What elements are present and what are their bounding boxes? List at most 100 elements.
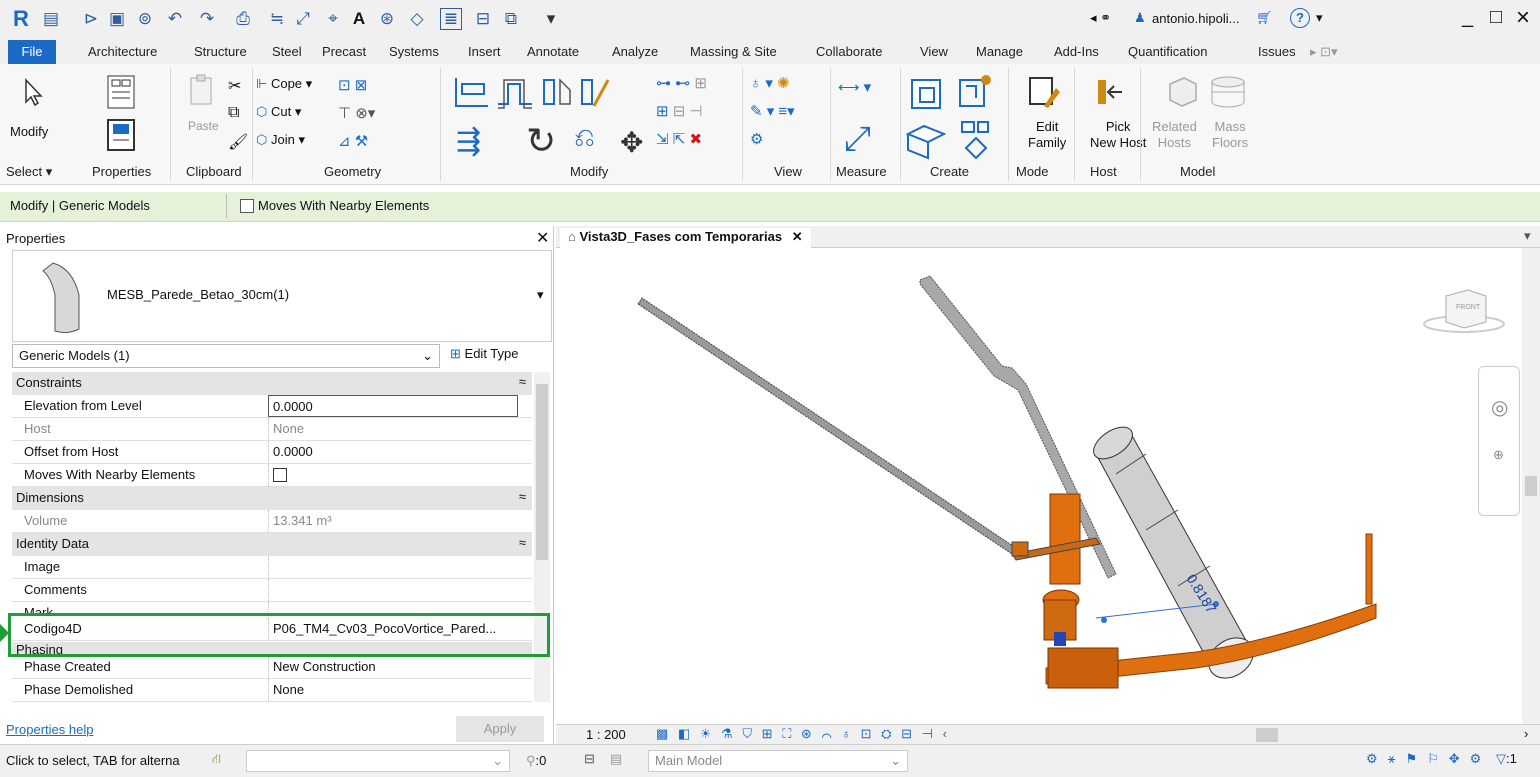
match-properties-icon[interactable]: 🖌︎ bbox=[228, 132, 248, 152]
text-icon[interactable]: A bbox=[348, 8, 370, 30]
3d-model-viewport[interactable]: 0.8187 bbox=[556, 248, 1520, 724]
section-icon[interactable]: ◇ bbox=[406, 8, 428, 30]
join-button[interactable]: ⬡ Join ▾ bbox=[256, 132, 305, 148]
filter-icon[interactable]: ▽:1 bbox=[1496, 751, 1517, 767]
scrollbar-thumb[interactable] bbox=[1525, 476, 1537, 496]
wall-joins-icon[interactable]: ⊤ ⊗▾ bbox=[338, 104, 375, 122]
image-input[interactable] bbox=[268, 556, 518, 578]
tab-architecture[interactable]: Architecture bbox=[88, 44, 157, 59]
elevation-from-level-input[interactable]: 0.0000 bbox=[268, 395, 518, 417]
ribbon-options-icon[interactable]: ▸ ⊡▾ bbox=[1310, 44, 1338, 60]
hide-icon[interactable]: ♁ ▾ ✺ bbox=[750, 74, 790, 92]
tab-file[interactable]: File bbox=[8, 40, 56, 64]
close-icon[interactable]: ✕ bbox=[536, 228, 549, 248]
pick-new-host-button[interactable]: Pick New Host bbox=[1090, 119, 1146, 151]
offset-from-host-input[interactable]: 0.0000 bbox=[268, 441, 518, 463]
offset-icon[interactable] bbox=[494, 74, 536, 110]
scale-icon[interactable]: ⇲ ⇱ ✖ bbox=[656, 130, 702, 148]
view-scale[interactable]: 1 : 200 bbox=[586, 727, 626, 742]
type-selector[interactable]: MESB_Parede_Betao_30cm(1) ▾ bbox=[12, 250, 552, 342]
zoom-icon[interactable]: ⊕ bbox=[1493, 447, 1504, 463]
phase-created-select[interactable]: New Construction bbox=[268, 656, 518, 678]
create-parts-icon[interactable] bbox=[954, 72, 994, 112]
tag-icon[interactable]: ⌖ bbox=[322, 8, 344, 30]
panel-select[interactable]: Select ▾ bbox=[6, 164, 52, 180]
close-hidden-icon[interactable]: ⊟ bbox=[472, 8, 494, 30]
rotate-icon[interactable]: ↻ bbox=[526, 120, 556, 162]
view-tab[interactable]: ⌂ Vista3D_Fases com Temporarias ✕ bbox=[560, 228, 811, 248]
revit-logo-icon[interactable]: R bbox=[10, 6, 32, 31]
aligned-dimension-icon[interactable]: ⤢ bbox=[844, 120, 871, 159]
array-icon[interactable]: ⊞ ⊟ ⊣ bbox=[656, 102, 703, 120]
measure-icon[interactable]: ≒ bbox=[266, 8, 288, 30]
tab-manage[interactable]: Manage bbox=[976, 44, 1023, 59]
tab-add-ins[interactable]: Add-Ins bbox=[1054, 44, 1099, 59]
selection-toggles-icon[interactable]: ⚙⚹⚑⚐✥⚙ bbox=[1366, 751, 1491, 767]
tab-massing-site[interactable]: Massing & Site bbox=[690, 44, 777, 59]
create-group-icon[interactable] bbox=[954, 118, 994, 162]
viewcube[interactable]: FRONT bbox=[1418, 278, 1510, 338]
mirror-draw-axis-icon[interactable] bbox=[576, 74, 612, 110]
design-option-select[interactable]: Main Model ⌄ bbox=[648, 750, 908, 772]
section-dimensions[interactable]: Dimensions ≈ bbox=[12, 487, 532, 510]
orange-base[interactable] bbox=[1047, 647, 1119, 689]
tab-steel[interactable]: Steel bbox=[272, 44, 302, 59]
override-graphics-icon[interactable]: ✎ ▾ ≡▾ bbox=[750, 102, 795, 120]
minimize-button[interactable]: _ bbox=[1462, 6, 1473, 29]
split-face-icon[interactable]: ⊡ ⊠ bbox=[338, 76, 367, 94]
paint-icon[interactable]: ⊿ ⚒ bbox=[338, 132, 368, 150]
cart-icon[interactable]: 🛒︎ bbox=[1256, 10, 1273, 26]
pipe-upper[interactable] bbox=[919, 275, 1117, 579]
properties-icon[interactable] bbox=[104, 116, 140, 156]
apply-button[interactable]: Apply bbox=[456, 716, 544, 742]
dimension-grip[interactable] bbox=[1101, 617, 1107, 623]
workset-select[interactable]: ⌄ bbox=[246, 750, 510, 772]
cut-clipboard-icon[interactable]: ✂ bbox=[228, 76, 241, 96]
cope-button[interactable]: ⊩ Cope ▾ bbox=[256, 76, 312, 92]
section-constraints[interactable]: Constraints ≈ bbox=[12, 372, 532, 395]
tab-precast[interactable]: Precast bbox=[322, 44, 366, 59]
print-icon[interactable]: ⎙ bbox=[232, 8, 254, 30]
undo-icon[interactable]: ↶ bbox=[164, 8, 186, 30]
create-assembly-icon[interactable] bbox=[908, 74, 948, 114]
scroll-right-icon[interactable]: › bbox=[1524, 726, 1528, 741]
comments-input[interactable] bbox=[268, 579, 518, 601]
align-icon[interactable] bbox=[452, 74, 492, 110]
maximize-button[interactable]: □ bbox=[1490, 6, 1502, 29]
tab-quantification[interactable]: Quantification bbox=[1128, 44, 1208, 59]
section-identity-data[interactable]: Identity Data ≈ bbox=[12, 533, 532, 556]
edit-family-button[interactable]: Edit Family bbox=[1028, 119, 1066, 151]
save-icon[interactable]: ▣ bbox=[106, 8, 128, 30]
tab-insert[interactable]: Insert bbox=[468, 44, 501, 59]
linework-icon[interactable]: ⚙ bbox=[750, 130, 763, 148]
moves-with-nearby-property-checkbox[interactable] bbox=[273, 468, 287, 482]
tab-issues[interactable]: Issues bbox=[1258, 44, 1296, 59]
tab-annotate[interactable]: Annotate bbox=[527, 44, 579, 59]
measure-distance-icon[interactable]: ⟷ ▾ bbox=[838, 78, 871, 96]
collapse-icon[interactable]: ≈ bbox=[519, 489, 526, 504]
open-icon[interactable]: ⊳ bbox=[80, 8, 102, 30]
view-controls-icon[interactable]: ▩ ◧ ☀ ⚗ ⛉ ⊞ ⛶ ⊛ ⌒ ♁ ⊡ ⛭ ⊟ ⊣ ‹ bbox=[656, 726, 950, 742]
move-icon[interactable]: ✥ bbox=[620, 126, 643, 159]
view-window[interactable]: ⌂ Vista3D_Fases com Temporarias ✕ ▾ 0.81… bbox=[556, 226, 1540, 744]
orange-riser[interactable] bbox=[1365, 533, 1373, 605]
tabs-menu-icon[interactable]: ▾ bbox=[1524, 228, 1531, 244]
sync-icon[interactable]: ⊚ bbox=[134, 8, 156, 30]
tab-view[interactable]: View bbox=[920, 44, 948, 59]
user-name[interactable]: antonio.hipoli... bbox=[1152, 11, 1239, 26]
help-dropdown-icon[interactable]: ▾ bbox=[1316, 10, 1323, 26]
search-icon[interactable]: ◂ ⚭ bbox=[1090, 10, 1111, 26]
collapse-icon[interactable]: ≈ bbox=[519, 535, 526, 550]
tab-analyze[interactable]: Analyze bbox=[612, 44, 658, 59]
redo-icon[interactable]: ↷ bbox=[196, 8, 218, 30]
menu-icon[interactable]: ▤ bbox=[40, 8, 62, 30]
orange-shaft[interactable] bbox=[1049, 493, 1081, 585]
dimension-icon[interactable]: ⤢ bbox=[292, 8, 314, 30]
moves-with-nearby-checkbox[interactable] bbox=[240, 199, 254, 213]
tab-systems[interactable]: Systems bbox=[389, 44, 439, 59]
help-icon[interactable]: ? bbox=[1290, 8, 1310, 28]
create-similar-icon[interactable] bbox=[904, 120, 952, 160]
select-links-icon[interactable]: ⛙ bbox=[212, 751, 221, 769]
thin-lines-icon[interactable]: ≣ bbox=[440, 8, 462, 30]
trim-icon[interactable]: ⇶ bbox=[456, 124, 481, 159]
